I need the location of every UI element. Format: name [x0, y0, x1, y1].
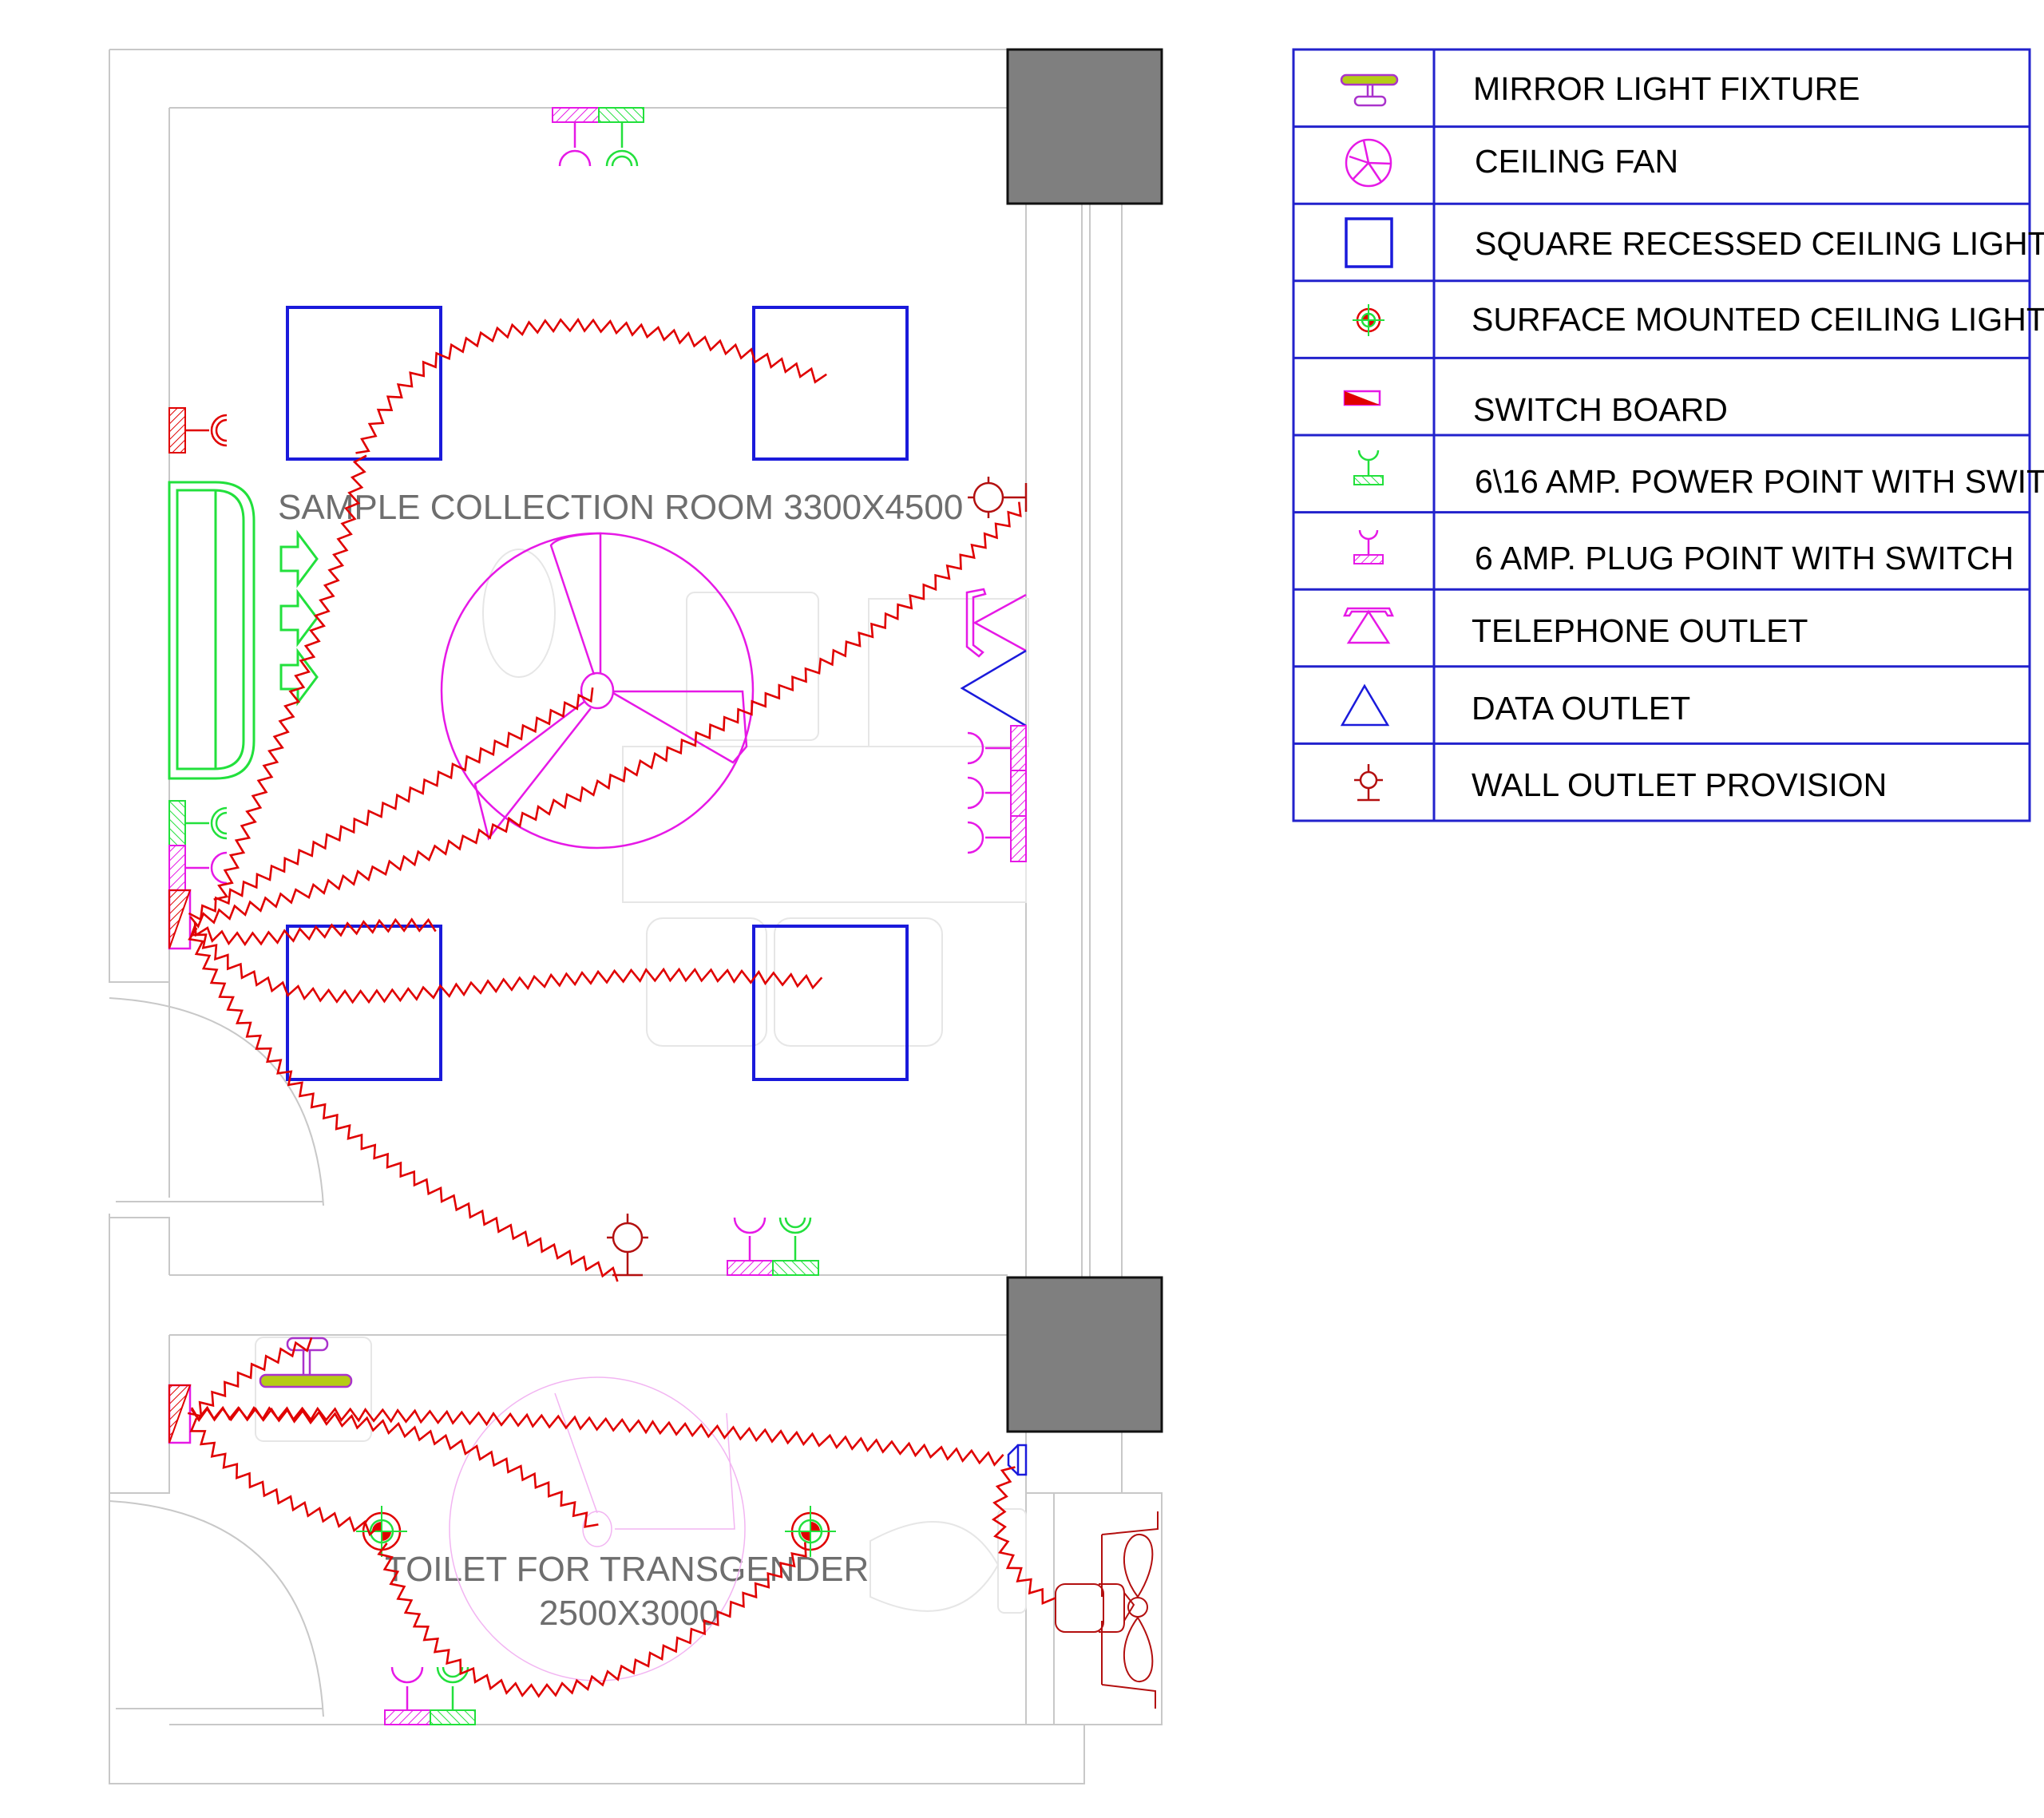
legend-label: SURFACE MOUNTED CEILING LIGHT [1472, 301, 2044, 338]
wall-outlet-provision-icon [968, 477, 1028, 518]
switch-board-icon [168, 889, 192, 950]
power-point-icon [598, 107, 644, 167]
wiring-run [189, 501, 1022, 929]
wall-socket-red [168, 407, 228, 454]
column-bottom [1006, 1276, 1163, 1433]
wiring-run [188, 927, 619, 1282]
wall-outlet-provision-icon [1354, 764, 1383, 802]
square-recessed-ceiling-light-icon [286, 925, 442, 1081]
wiring-run [189, 1417, 381, 1537]
legend-label: 6 AMP. PLUG POINT WITH SWITCH [1475, 540, 2014, 576]
data-outlet-icon [960, 649, 1027, 727]
square-recessed-ceiling-light-icon [752, 925, 909, 1081]
legend-label: WALL OUTLET PROVISION [1472, 766, 1887, 803]
legend-label: CEILING FAN [1475, 143, 1678, 180]
square-recessed-ceiling-light-icon [752, 306, 909, 461]
electrical-floor-plan: SAMPLE COLLECTION ROOM 3300X4500 TOILET … [109, 48, 2044, 1784]
examination-couch [168, 481, 256, 780]
legend-label: DATA OUTLET [1472, 690, 1690, 727]
surface-mounted-ceiling-light-icon [1353, 304, 1384, 336]
wash-basin-with-tap [1055, 1511, 1159, 1709]
power-point-icon [168, 800, 228, 846]
wiring-run [193, 917, 437, 947]
exhaust-fan-outlet-icon [1007, 1444, 1028, 1476]
plug-point-icon [1353, 529, 1384, 564]
walls [109, 49, 1163, 1784]
legend-table: MIRROR LIGHT FIXTURE CEILING FAN SQUARE … [1292, 48, 2044, 822]
switch-board-icon [1343, 390, 1381, 406]
switch-board-icon [168, 1384, 192, 1444]
wiring-run [991, 1466, 1056, 1606]
arrow-marks [279, 529, 319, 707]
data-outlet-icon [1340, 683, 1390, 727]
plug-point-icon [384, 1666, 431, 1725]
telephone-outlet-icon [1343, 607, 1394, 644]
room-label-sample-collection: SAMPLE COLLECTION ROOM 3300X4500 [278, 488, 963, 527]
square-recessed-ceiling-light-icon [1345, 217, 1393, 268]
room-label-toilet: TOILET FOR TRANSGENDER [385, 1550, 869, 1589]
square-recessed-ceiling-light-icon [286, 306, 442, 461]
legend-label: TELEPHONE OUTLET [1472, 612, 1808, 649]
wiring-run [190, 1406, 599, 1528]
legend-label: MIRROR LIGHT FIXTURE [1473, 70, 1860, 107]
plug-point-icon [727, 1217, 774, 1276]
legend-label: SQUARE RECESSED CEILING LIGHT [1475, 225, 2044, 262]
power-point-icon [1353, 450, 1384, 485]
power-point-icon [772, 1217, 819, 1276]
plug-point-icon [168, 845, 228, 891]
mirror-light-fixture-icon [259, 1337, 353, 1388]
wiring-run [190, 1405, 1004, 1467]
wall-outlet-provision-icon [607, 1214, 648, 1277]
column-top [1006, 48, 1163, 205]
room-label-toilet-size: 2500X3000 [539, 1594, 719, 1633]
legend-label: 6\16 AMP. POWER POINT WITH SWITCH [1475, 463, 2044, 500]
ceiling-fan-icon [1345, 138, 1392, 188]
wiring-run [188, 687, 594, 921]
mirror-light-fixture-icon [1340, 73, 1399, 107]
plug-point-icon [552, 107, 600, 167]
wiring-run [355, 317, 827, 454]
legend-label: SWITCH BOARD [1473, 391, 1728, 428]
power-point-icon [430, 1666, 476, 1725]
exhaust-fan-ghost [449, 1376, 746, 1681]
